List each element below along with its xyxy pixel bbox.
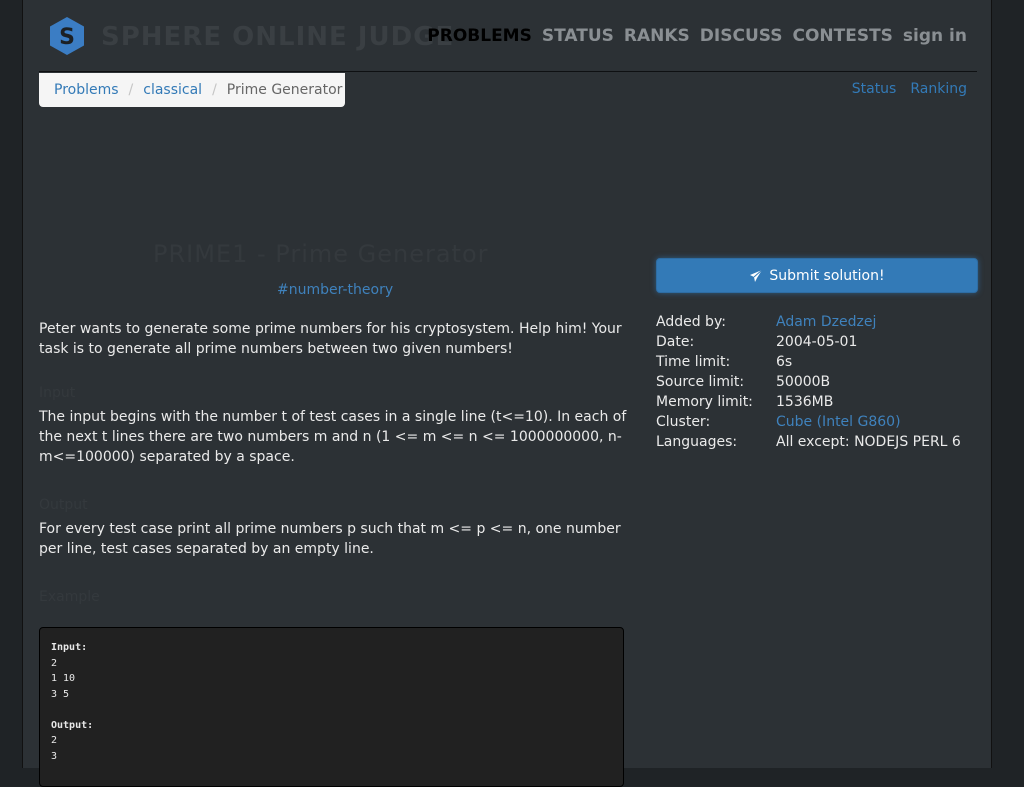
info-key: Added by: — [656, 314, 726, 330]
tag-link[interactable]: #number-theory — [277, 282, 393, 298]
logo-text[interactable]: SPHERE ONLINE JUDGE — [101, 22, 454, 52]
breadcrumb-problems[interactable]: Problems — [54, 82, 119, 98]
sample-output-line: 2 — [51, 735, 58, 746]
breadcrumb-current: Prime Generator — [226, 82, 343, 98]
logo-icon[interactable]: S — [49, 16, 85, 56]
info-key: Memory limit: — [656, 394, 753, 410]
problem-intro: Peter wants to generate some prime numbe… — [39, 321, 622, 357]
problem-links: Status Ranking — [852, 81, 967, 97]
paper-plane-icon — [750, 269, 763, 282]
info-key: Cluster: — [656, 414, 711, 430]
breadcrumb: Problems / classical / Prime Generator — [39, 73, 345, 107]
info-row: Time limit: 6s — [656, 352, 961, 372]
output-description: For every test case print all prime numb… — [39, 521, 621, 557]
main-nav: PROBLEMS STATUS RANKS DISCUSS CONTESTS s… — [427, 26, 967, 46]
problem-info: Added by: Adam Dzedzej Date: 2004-05-01 … — [656, 312, 961, 452]
output-heading: Output — [39, 497, 88, 513]
example-heading: Example — [39, 589, 100, 605]
info-value: 2004-05-01 — [776, 334, 858, 350]
page-container: S SPHERE ONLINE JUDGE PROBLEMS STATUS RA… — [22, 0, 992, 787]
breadcrumb-separator: / — [128, 82, 134, 98]
info-row: Source limit: 50000B — [656, 372, 961, 392]
problem-body: Peter wants to generate some prime numbe… — [39, 319, 629, 607]
breadcrumb-classical[interactable]: classical — [143, 82, 202, 98]
breadcrumb-separator: / — [212, 82, 217, 98]
info-key: Languages: — [656, 434, 738, 450]
author-link[interactable]: Adam Dzedzej — [776, 312, 876, 332]
info-key: Time limit: — [656, 354, 731, 370]
info-value: 6s — [776, 354, 793, 370]
info-value: All except: NODEJS PERL 6 — [776, 434, 961, 450]
input-heading: Input — [39, 385, 76, 401]
info-row: Memory limit: 1536MB — [656, 392, 961, 412]
sample-input-line: 3 5 — [51, 688, 70, 700]
status-link[interactable]: Status — [852, 81, 897, 97]
input-description: The input begins with the number t of te… — [39, 409, 627, 465]
nav-contests[interactable]: CONTESTS — [792, 26, 892, 46]
ranking-link[interactable]: Ranking — [910, 81, 967, 97]
svg-text:S: S — [59, 25, 75, 50]
info-row: Date: 2004-05-01 — [656, 332, 961, 352]
sample-input-line: 1 10 — [51, 673, 76, 684]
sample-io: Input: 2 1 10 3 5 Output: 2 3 — [39, 627, 624, 787]
info-row: Added by: Adam Dzedzej — [656, 312, 961, 332]
info-value: 1536MB — [776, 394, 834, 410]
sample-output-line: 3 — [51, 750, 58, 762]
problem-title: PRIME1 - Prime Generator — [153, 240, 489, 268]
sample-input-label: Input: — [51, 642, 88, 653]
info-key: Source limit: — [656, 374, 745, 390]
submit-solution-button[interactable]: Submit solution! — [656, 258, 978, 293]
nav-problems[interactable]: PROBLEMS — [427, 26, 532, 46]
nav-ranks[interactable]: RANKS — [624, 26, 690, 46]
sample-input-line: 2 — [51, 657, 58, 669]
info-row: Languages: All except: NODEJS PERL 6 — [656, 432, 961, 452]
info-row: Cluster: Cube (Intel G860) — [656, 412, 961, 432]
info-value: 50000B — [776, 374, 831, 390]
nav-status[interactable]: STATUS — [542, 26, 614, 46]
nav-discuss[interactable]: DISCUSS — [700, 26, 783, 46]
nav-sign-in[interactable]: sign in — [903, 26, 967, 46]
submit-solution-label: Submit solution! — [769, 267, 885, 284]
cluster-link[interactable]: Cube (Intel G860) — [776, 412, 901, 432]
info-key: Date: — [656, 334, 695, 350]
sample-output-label: Output: — [51, 719, 94, 731]
header-divider — [39, 71, 977, 72]
